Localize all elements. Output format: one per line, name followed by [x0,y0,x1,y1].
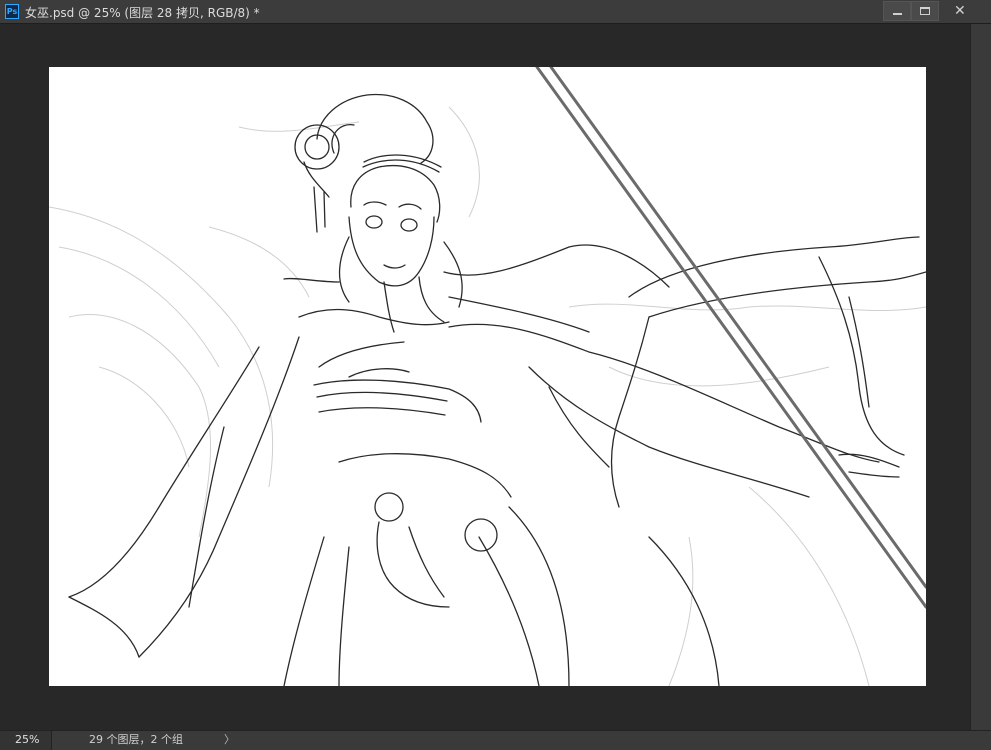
minimize-icon [893,13,902,15]
close-icon: ✕ [954,3,966,19]
sketch-guidelines [49,106,926,686]
minimize-button[interactable] [883,1,911,21]
close-button[interactable]: ✕ [939,1,983,21]
maximize-icon [920,7,930,15]
status-bar: 25% 29 个图层，2 个组 〉 [0,730,991,750]
document-tab-title: 女巫.psd @ 25% (图层 28 拷贝, RGB/8) * [25,6,260,20]
document-title-bar[interactable]: Ps 女巫.psd @ 25% (图层 28 拷贝, RGB/8) * ✕ [0,0,991,24]
status-menu-arrow-icon[interactable]: 〉 [224,731,235,749]
staff-lines [535,67,926,609]
figure-line-art [68,93,926,686]
photoshop-icon: Ps [5,4,19,19]
document-info-text: 29 个图层，2 个组 [89,733,183,746]
line-art-drawing [49,67,926,686]
zoom-level-field[interactable]: 25% [0,731,52,750]
maximize-button[interactable] [911,1,939,21]
document-canvas[interactable] [49,67,926,686]
vertical-scrollbar[interactable] [970,24,991,730]
